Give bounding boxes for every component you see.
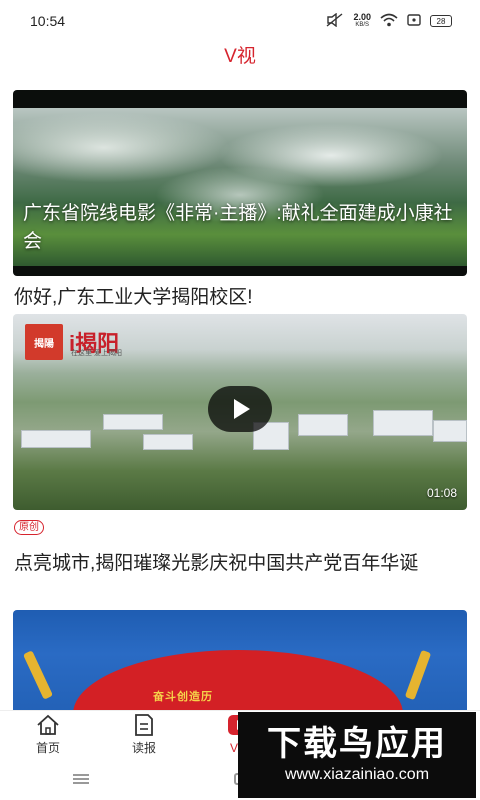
thumbnail-building <box>298 414 348 436</box>
banner-text: 奋斗创造历 <box>153 691 213 703</box>
video-headline-2[interactable]: 点亮城市,揭阳璀璨光影庆祝中国共产党百年华诞 <box>14 550 466 578</box>
video-card-1[interactable]: 广东省院线电影《非常·主播》:献礼全面建成小康社会 <box>13 90 467 276</box>
video-caption-1: 广东省院线电影《非常·主播》:献礼全面建成小康社会 <box>23 203 453 252</box>
tab-label: 读报 <box>131 741 156 755</box>
tab-newspaper[interactable]: 读报 <box>96 711 192 758</box>
tab-home[interactable]: 首页 <box>0 711 96 758</box>
mute-vibrate-icon <box>326 12 344 30</box>
menu-icon[interactable] <box>72 774 89 784</box>
net-speed-unit: KB/S <box>355 22 370 28</box>
thumbnail-building <box>143 434 193 450</box>
play-icon <box>234 399 250 419</box>
brand-slogan: 在这里 爱上揭阳 <box>71 350 122 357</box>
video-duration: 01:08 <box>426 486 457 500</box>
net-speed-value: 2.00 <box>353 12 371 22</box>
newspaper-icon <box>131 713 157 737</box>
battery-indicator: 28 <box>430 15 452 27</box>
brand-logo-mark: 揭陽 <box>25 324 63 360</box>
thumbnail-building <box>373 410 433 436</box>
video-card-2[interactable]: 揭陽 i揭阳 在这里 爱上揭阳 01:08 <box>13 314 467 510</box>
play-button[interactable] <box>208 386 272 432</box>
original-badge: 原创 <box>14 520 44 535</box>
watermark-title: 下载鸟应用 <box>267 725 447 763</box>
network-speed: 2.00 KB/S <box>353 13 371 29</box>
thumbnail-building <box>103 414 163 430</box>
status-icons: 2.00 KB/S 28 <box>326 12 452 30</box>
thumbnail-building <box>433 420 467 442</box>
watermark-overlay: 下载鸟应用 www.xiazainiao.com <box>238 712 476 798</box>
wifi-icon <box>380 13 398 30</box>
page-title: V视 <box>224 46 256 67</box>
watermark-url: www.xiazainiao.com <box>284 766 430 783</box>
status-bar: 10:54 2.00 KB/S 28 <box>0 0 480 42</box>
tab-label: 首页 <box>35 741 60 755</box>
video-card-3[interactable]: 奋斗创造历 <box>13 610 467 710</box>
thumbnail-building <box>21 430 91 448</box>
video-feed[interactable]: 广东省院线电影《非常·主播》:献礼全面建成小康社会 你好,广东工业大学揭阳校区!… <box>0 88 480 710</box>
screen-cast-icon <box>407 13 421 30</box>
home-icon <box>35 713 61 737</box>
status-time: 10:54 <box>30 13 66 29</box>
video-headline-1[interactable]: 你好,广东工业大学揭阳校区! <box>14 284 466 312</box>
